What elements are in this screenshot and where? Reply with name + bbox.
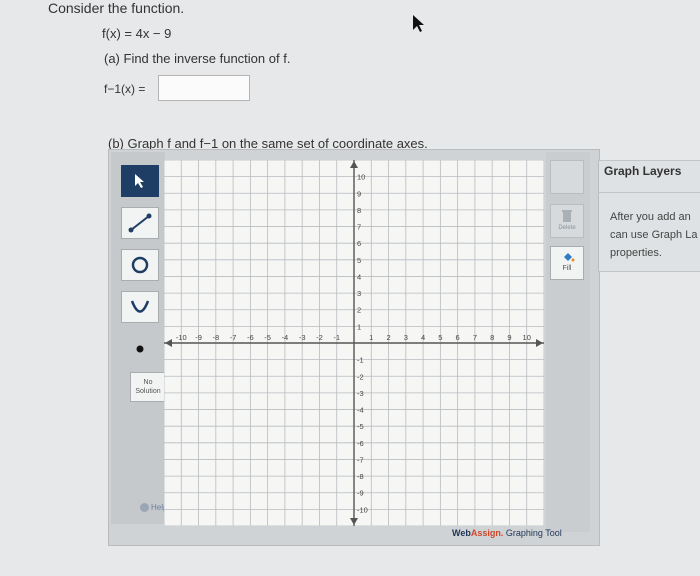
point-tool-button[interactable] — [121, 333, 159, 365]
x-tick-label: -5 — [264, 333, 271, 342]
y-tick-label: -9 — [357, 489, 364, 498]
paint-bucket-icon — [564, 253, 575, 262]
function-definition: f(x) = 4x − 9 — [102, 26, 172, 41]
webassign-branding: WebAssign. Graphing Tool — [452, 528, 562, 538]
y-tick-label: 10 — [357, 173, 365, 182]
y-tick-label: -2 — [357, 372, 364, 381]
y-tick-label: 9 — [357, 189, 361, 198]
part-a-instruction: (a) Find the inverse function of f. — [104, 51, 291, 66]
x-tick-label: 10 — [523, 333, 531, 342]
y-tick-label: 8 — [357, 206, 361, 215]
pointer-tool-button[interactable] — [121, 165, 159, 197]
brand-web: Web — [452, 528, 471, 538]
x-tick-label: -4 — [282, 333, 289, 342]
x-tick-label: 4 — [421, 333, 425, 342]
y-tick-label: 6 — [357, 239, 361, 248]
x-tick-label: 3 — [404, 333, 408, 342]
y-tick-label: -8 — [357, 472, 364, 481]
parabola-tool-button[interactable] — [121, 291, 159, 323]
y-tick-label: -6 — [357, 439, 364, 448]
x-tick-label: -7 — [230, 333, 237, 342]
x-tick-label: -10 — [176, 333, 187, 342]
line-tool-icon — [128, 213, 152, 233]
x-tick-label: -2 — [316, 333, 323, 342]
y-tick-label: 4 — [357, 272, 361, 281]
mouse-cursor-icon — [413, 15, 424, 32]
x-tick-label: -6 — [247, 333, 254, 342]
point-tool-icon — [136, 345, 144, 353]
coordinate-plane[interactable]: -10 -9 -8 -7 -6 -5 -4 -3 -2 -1 1 2 3 4 5 6 7 8 9 10 10 9 8 7 6 5… — [164, 160, 544, 526]
y-tick-label: 3 — [357, 289, 361, 298]
help-icon — [140, 503, 149, 513]
x-tick-label: 9 — [507, 333, 511, 342]
circle-tool-icon — [131, 256, 149, 274]
y-tick-label: -7 — [357, 455, 364, 464]
pointer-icon — [135, 174, 144, 188]
graph-layers-description: After you add an can use Graph La proper… — [610, 211, 698, 259]
y-tick-label: 5 — [357, 256, 361, 265]
brand-assign: Assign. — [470, 528, 504, 538]
inverse-answer-input[interactable] — [158, 75, 250, 101]
fill-button[interactable]: Fill — [550, 246, 584, 280]
inverse-label: f−1(x) = — [104, 82, 146, 96]
y-tick-label: 1 — [357, 322, 361, 331]
trash-icon — [562, 210, 572, 222]
brand-tool: Graphing Tool — [503, 528, 562, 538]
y-tick-label: -10 — [357, 505, 368, 514]
y-tick-label: 7 — [357, 223, 361, 232]
delete-button[interactable]: Delete — [550, 204, 584, 238]
y-tick-label: -1 — [357, 356, 364, 365]
parabola-tool-icon — [130, 300, 150, 313]
fill-label: Fill — [562, 265, 572, 272]
x-tick-label: -3 — [299, 333, 306, 342]
y-tick-label: -5 — [357, 422, 364, 431]
x-tick-label: 5 — [438, 333, 442, 342]
x-tick-label: -9 — [195, 333, 202, 342]
delete-layer-button-top[interactable] — [550, 160, 584, 194]
x-tick-label: -1 — [333, 333, 340, 342]
question-prompt: Consider the function. — [48, 0, 185, 16]
y-tick-label: -4 — [357, 406, 364, 415]
x-tick-label: 6 — [456, 333, 460, 342]
no-solution-button[interactable]: No Solution — [130, 372, 166, 402]
x-tick-label: -8 — [212, 333, 219, 342]
graph-layers-title: Graph Layers — [604, 164, 682, 178]
line-tool-button[interactable] — [121, 207, 159, 239]
delete-label: Delete — [558, 225, 576, 231]
y-tick-label: 2 — [357, 306, 361, 315]
x-tick-label: 2 — [386, 333, 390, 342]
x-tick-label: 7 — [473, 333, 477, 342]
x-tick-label: 1 — [369, 333, 373, 342]
y-tick-label: -3 — [357, 389, 364, 398]
layers-divider — [598, 192, 700, 193]
x-tick-label: 8 — [490, 333, 494, 342]
circle-tool-button[interactable] — [121, 249, 159, 281]
